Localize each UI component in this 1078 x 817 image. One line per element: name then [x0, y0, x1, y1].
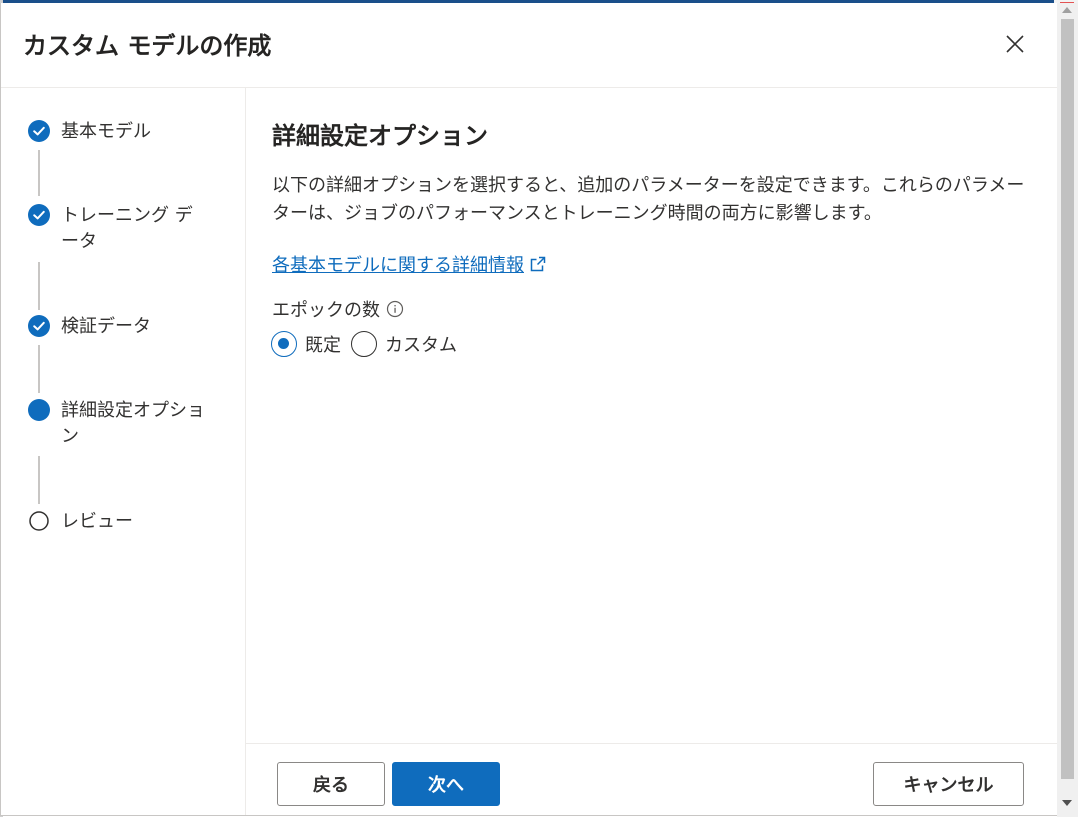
footer-divider — [246, 743, 1057, 744]
step-label: 検証データ — [61, 316, 151, 337]
radio-default[interactable]: 既定 — [271, 331, 341, 357]
radio-label: カスタム — [385, 335, 457, 356]
sidebar-divider — [245, 88, 246, 815]
next-button[interactable]: 次へ — [392, 762, 500, 806]
close-icon — [1006, 35, 1024, 53]
radio-button-unchecked[interactable] — [351, 331, 377, 357]
scroll-up-arrow-icon[interactable] — [1062, 7, 1072, 13]
empty-circle-icon — [29, 511, 49, 531]
epochs-label: エポックの数 — [272, 296, 404, 322]
filled-circle-icon — [28, 399, 50, 421]
epochs-radio-group: 既定 カスタム — [271, 331, 467, 357]
step-connector — [38, 456, 40, 504]
step-base-model[interactable]: 基本モデル — [28, 119, 221, 145]
open-external-icon — [530, 256, 546, 272]
vertical-scrollbar[interactable] — [1057, 3, 1078, 817]
info-icon[interactable] — [386, 300, 404, 318]
radio-button-checked[interactable] — [271, 331, 297, 357]
step-label: トレーニング データ — [61, 205, 193, 252]
step-training-data[interactable]: トレーニング データ — [28, 203, 206, 255]
step-connector — [38, 262, 40, 310]
header-divider — [1, 87, 1057, 88]
radio-label: 既定 — [305, 335, 341, 356]
step-connector — [38, 150, 40, 196]
close-button[interactable] — [1002, 31, 1028, 57]
checkmark-circle-icon — [28, 315, 50, 337]
back-button[interactable]: 戻る — [277, 762, 385, 806]
step-label: レビュー — [61, 511, 133, 532]
scroll-down-arrow-icon[interactable] — [1062, 800, 1072, 806]
step-review[interactable]: レビュー — [28, 509, 221, 535]
radio-custom[interactable]: カスタム — [351, 331, 457, 357]
section-title: 詳細設定オプション — [272, 122, 488, 150]
base-model-details-link[interactable]: 各基本モデルに関する詳細情報 — [272, 251, 546, 277]
link-text: 各基本モデルに関する詳細情報 — [272, 255, 524, 276]
step-label: 基本モデル — [61, 121, 151, 142]
checkmark-circle-icon — [28, 204, 50, 226]
step-label: 詳細設定オプション — [61, 400, 205, 447]
step-advanced-options[interactable]: 詳細設定オプション — [28, 398, 216, 450]
step-validation-data[interactable]: 検証データ — [28, 314, 221, 340]
checkmark-circle-icon — [28, 120, 50, 142]
scroll-thumb[interactable] — [1061, 19, 1074, 779]
epochs-label-text: エポックの数 — [272, 300, 380, 321]
dialog-title: カスタム モデルの作成 — [23, 32, 272, 60]
section-description: 以下の詳細オプションを選択すると、追加のパラメーターを設定できます。これらのパラ… — [272, 175, 1025, 224]
cancel-button[interactable]: キャンセル — [873, 762, 1024, 806]
step-connector — [38, 345, 40, 393]
